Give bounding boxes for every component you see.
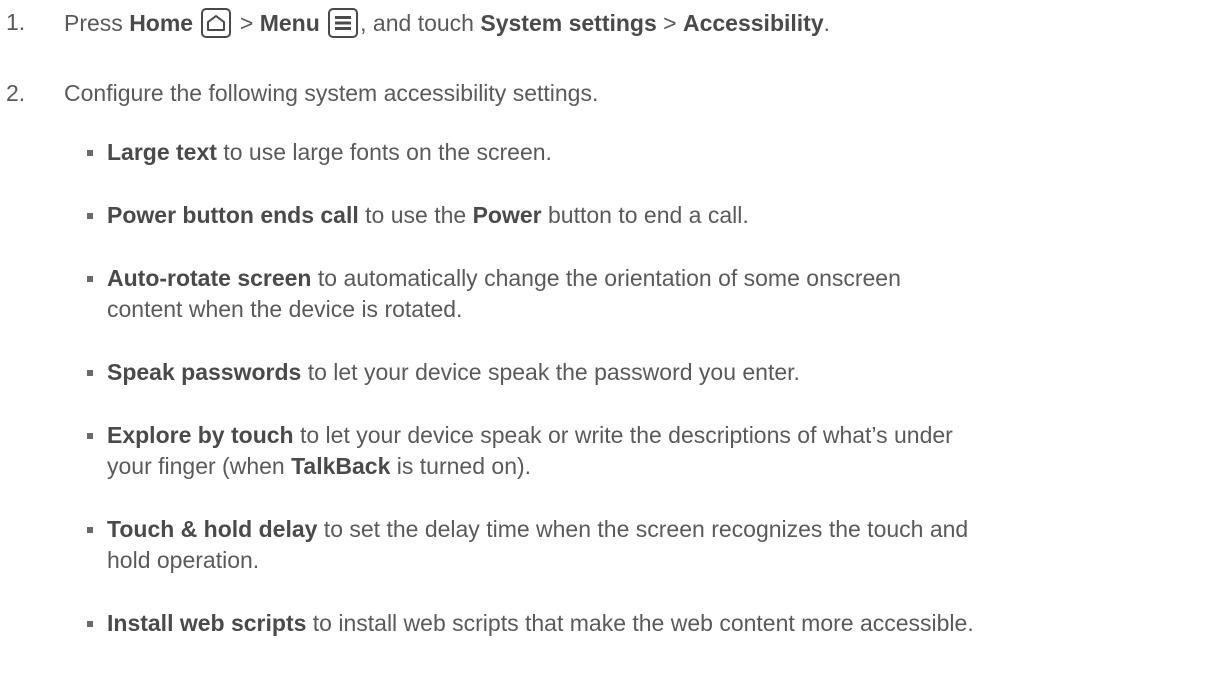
setting-name: Power button ends call [107,202,359,228]
setting-name: Auto-rotate screen [107,265,312,291]
bullet [87,276,93,282]
step-1-text: Press Home > Menu , and touch System set… [64,8,831,38]
step-2-text: Configure the following system accessibi… [64,80,599,106]
step-2: 2. [6,79,25,108]
bullet [87,433,93,439]
accessibility-label: Accessibility [682,10,824,36]
setting-name: Touch & hold delay [107,516,318,542]
step-number: 2. [6,80,26,106]
setting-name: Install web scripts [107,610,307,636]
bullet [87,370,93,376]
system-settings-label: System settings [480,10,657,36]
bullet [87,621,93,627]
setting-name: Explore by touch [107,422,294,448]
bullet [87,213,93,219]
bullet [87,527,93,533]
home-label: Home [129,10,194,36]
setting-name: Large text [107,139,217,165]
menu-icon [328,8,359,38]
bullet [87,150,93,156]
home-icon [201,8,232,38]
menu-label: Menu [259,10,320,36]
step-number: 1. [6,9,26,35]
setting-name: Speak passwords [107,359,302,385]
step-1: 1. [6,8,25,37]
